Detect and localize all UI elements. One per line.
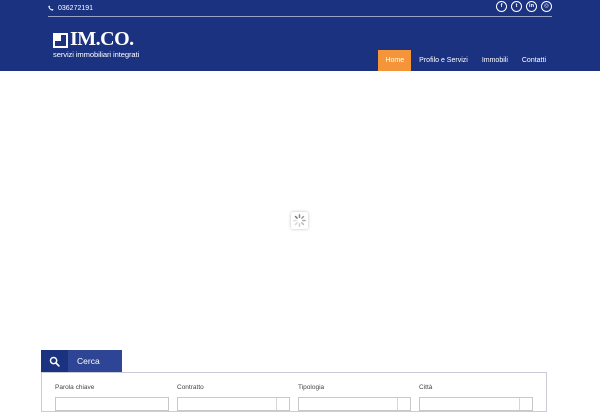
city-label: Città: [419, 384, 433, 391]
nav-item-immobili[interactable]: Immobili: [476, 50, 514, 71]
search-tab-label: Cerca: [68, 350, 122, 372]
phone-icon: [48, 5, 54, 11]
city-select[interactable]: [419, 397, 533, 411]
keyword-label: Parola chiave: [55, 384, 95, 391]
logo-title: IM.CO.: [70, 28, 134, 50]
instagram-icon[interactable]: ◎: [541, 1, 552, 12]
main-nav: Home Profilo e Servizi Immobili Contatti: [378, 50, 552, 71]
site-logo[interactable]: IM.CO. servizi immobiliari integrati: [53, 28, 153, 60]
site-header: 036272191 f t in ◎ IM.CO. servizi immobi…: [0, 0, 600, 71]
type-label: Tipologia: [298, 384, 325, 391]
nav-item-home[interactable]: Home: [378, 50, 412, 71]
phone-number: 036272191: [58, 4, 94, 12]
contract-label: Contratto: [177, 384, 204, 391]
linkedin-icon[interactable]: in: [526, 1, 537, 12]
twitter-icon[interactable]: t: [511, 1, 522, 12]
keyword-input[interactable]: [55, 397, 169, 411]
type-select[interactable]: [298, 397, 411, 411]
logo-tagline: servizi immobiliari integrati: [53, 50, 140, 59]
facebook-icon[interactable]: f: [496, 1, 507, 12]
search-tab[interactable]: Cerca: [41, 350, 122, 372]
spinner-icon: [293, 214, 306, 227]
search-icon: [41, 350, 68, 372]
social-links: f t in ◎: [496, 1, 552, 12]
contract-select[interactable]: [177, 397, 290, 411]
logo-mark: [53, 33, 68, 48]
phone-contact[interactable]: 036272191: [48, 2, 93, 14]
loading-spinner: [291, 212, 308, 229]
top-bar: 036272191 f t in ◎: [48, 0, 552, 17]
nav-item-profilo-servizi[interactable]: Profilo e Servizi: [413, 50, 474, 71]
nav-item-contatti[interactable]: Contatti: [516, 50, 552, 71]
search-panel: Parola chiave Contratto Tipologia Città: [41, 372, 547, 412]
